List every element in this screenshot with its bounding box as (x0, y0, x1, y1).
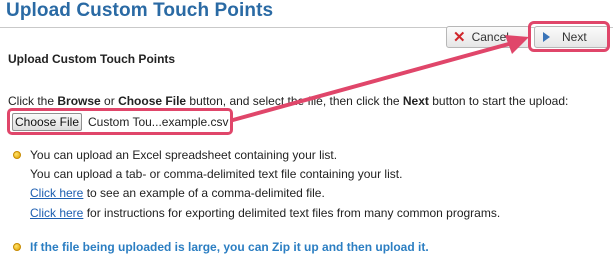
selected-file-name: Custom Tou...example.csv (88, 115, 229, 129)
zip-note: If the file being uploaded is large, you… (30, 240, 429, 254)
note-text-file: You can upload a tab- or comma-delimited… (30, 167, 403, 181)
note-example: Click here to see an example of a comma-… (30, 186, 325, 200)
note-excel: You can upload an Excel spreadsheet cont… (30, 148, 338, 162)
bullet-icon (13, 243, 21, 251)
bullet-icon (13, 151, 21, 159)
upload-instruction: Click the Browse or Choose File button, … (8, 94, 568, 108)
instruction-next: Next (402, 94, 429, 108)
instructions-link[interactable]: Click here (30, 206, 83, 220)
note-instructions: Click here for instructions for exportin… (30, 206, 500, 220)
cancel-button[interactable]: ✕ Cancel (446, 26, 530, 48)
instruction-text: button to start the upload: (428, 94, 569, 108)
page-title: Upload Custom Touch Points (6, 0, 274, 21)
note-instructions-text: for instructions for exporting delimited… (83, 206, 501, 220)
close-icon: ✕ (453, 28, 466, 46)
instruction-text: Click the (8, 94, 58, 108)
choose-file-button[interactable]: Choose File (12, 113, 82, 131)
instruction-browse: Browse (57, 94, 101, 108)
instruction-text: or (100, 94, 119, 108)
note-example-text: to see an example of a comma-delimited f… (83, 186, 325, 200)
next-button-highlight (528, 21, 610, 52)
section-title: Upload Custom Touch Points (8, 52, 176, 66)
cancel-button-label: Cancel (471, 30, 509, 44)
instruction-text: button, and select the file, then click … (186, 94, 403, 108)
instruction-choose-file: Choose File (118, 94, 187, 108)
example-link[interactable]: Click here (30, 186, 83, 200)
